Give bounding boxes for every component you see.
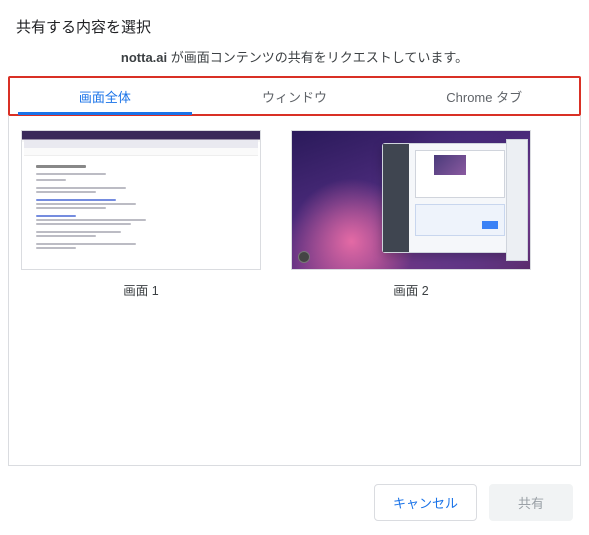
share-tabs: 画面全体 ウィンドウ Chrome タブ (10, 78, 579, 114)
screens-row: 画面 1 画面 2 (21, 130, 568, 299)
share-button-label: 共有 (518, 496, 544, 511)
tab-window[interactable]: ウィンドウ (200, 78, 390, 114)
request-text: が画面コンテンツの共有をリクエストしています。 (167, 50, 468, 65)
dialog-subtitle: notta.ai が画面コンテンツの共有をリクエストしています。 (16, 47, 573, 66)
cancel-button[interactable]: キャンセル (374, 484, 477, 521)
share-button: 共有 (489, 484, 573, 521)
screen-option-2[interactable]: 画面 2 (291, 130, 531, 299)
requesting-domain: notta.ai (121, 50, 167, 65)
tab-chrome-tab[interactable]: Chrome タブ (389, 78, 579, 114)
tab-label: Chrome タブ (446, 90, 522, 105)
dialog-title: 共有する内容を選択 (16, 16, 573, 37)
tabs-highlight: 画面全体 ウィンドウ Chrome タブ (8, 76, 581, 116)
cancel-button-label: キャンセル (393, 496, 458, 511)
tab-entire-screen[interactable]: 画面全体 (10, 78, 200, 114)
screen-2-label: 画面 2 (291, 280, 531, 299)
screen-1-thumbnail (21, 130, 261, 270)
screen-2-thumbnail (291, 130, 531, 270)
screen-1-label: 画面 1 (21, 280, 261, 299)
share-sources-panel: 画面 1 画面 2 (8, 116, 581, 466)
tab-label: ウィンドウ (262, 90, 327, 105)
dialog-footer: キャンセル 共有 (0, 466, 589, 535)
tab-label: 画面全体 (79, 90, 131, 105)
screen-option-1[interactable]: 画面 1 (21, 130, 261, 299)
share-dialog: 共有する内容を選択 notta.ai が画面コンテンツの共有をリクエストしていま… (0, 0, 589, 466)
